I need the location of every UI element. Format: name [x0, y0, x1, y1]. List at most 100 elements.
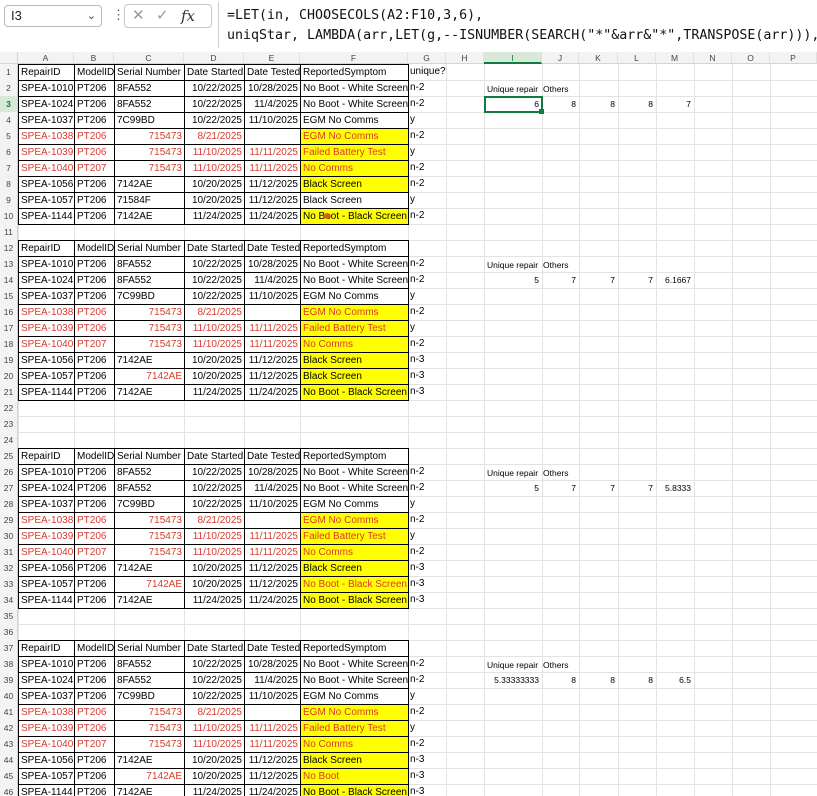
table-cell[interactable]: 8FA552	[114, 480, 185, 497]
row-header-10[interactable]: 10	[0, 208, 18, 224]
table-cell[interactable]: 10/22/2025	[184, 96, 245, 113]
table-cell[interactable]: SPEA-1056	[18, 352, 75, 369]
table-cell[interactable]: SPEA-1010	[18, 656, 75, 673]
table-cell[interactable]	[244, 128, 301, 145]
table-cell[interactable]: SPEA-1144	[18, 384, 75, 401]
table-cell[interactable]: SPEA-1010	[18, 80, 75, 97]
table-cell[interactable]: PT206	[74, 384, 115, 401]
table-cell[interactable]: SPEA-1024	[18, 272, 75, 289]
table-cell[interactable]: 10/20/2025	[184, 560, 245, 577]
row-header-8[interactable]: 8	[0, 176, 18, 192]
column-header-c[interactable]: C	[114, 52, 184, 64]
column-header-f[interactable]: F	[300, 52, 408, 64]
table-cell[interactable]: 11/10/2025	[184, 320, 245, 337]
table-cell[interactable]: 10/28/2025	[244, 256, 301, 273]
table-cell[interactable]: 10/22/2025	[184, 496, 245, 513]
header-cell[interactable]: ReportedSymptom	[300, 240, 409, 257]
table-cell[interactable]: 8/21/2025	[184, 304, 245, 321]
row-header-4[interactable]: 4	[0, 112, 18, 128]
table-cell[interactable]: 11/4/2025	[244, 96, 301, 113]
table-cell[interactable]: EGM No Comms	[300, 304, 409, 321]
header-cell[interactable]: Serial Number	[114, 64, 185, 81]
table-cell[interactable]: SPEA-1039	[18, 320, 75, 337]
table-cell[interactable]: SPEA-1038	[18, 704, 75, 721]
table-cell[interactable]: PT206	[74, 560, 115, 577]
unique-flag-cell[interactable]: y	[408, 192, 447, 209]
header-cell[interactable]: Date Tested	[244, 240, 301, 257]
table-cell[interactable]: PT206	[74, 784, 115, 796]
header-cell[interactable]: Date Started	[184, 64, 245, 81]
table-cell[interactable]: PT206	[74, 720, 115, 737]
table-cell[interactable]: 11/4/2025	[244, 272, 301, 289]
header-cell[interactable]: Date Started	[184, 448, 245, 465]
header-cell[interactable]: RepairID	[18, 240, 75, 257]
table-cell[interactable]: PT206	[74, 576, 115, 593]
table-cell[interactable]: 8FA552	[114, 672, 185, 689]
table-cell[interactable]: PT206	[74, 320, 115, 337]
table-cell[interactable]: 7C99BD	[114, 688, 185, 705]
table-cell[interactable]: 8/21/2025	[184, 704, 245, 721]
table-cell[interactable]: 11/12/2025	[244, 176, 301, 193]
row-header-12[interactable]: 12	[0, 240, 18, 256]
unique-flag-cell[interactable]: n-2	[408, 336, 447, 353]
column-header-e[interactable]: E	[244, 52, 300, 64]
worksheet-grid[interactable]: A B C D E F G H I J K L M N O P 1 2 3 4 5 6 7 8 9 10 11 12 13 14 15 16 1…	[0, 52, 817, 796]
table-cell[interactable]: 7C99BD	[114, 112, 185, 129]
table-cell[interactable]: No Boot - Black Screen	[300, 208, 409, 225]
table-cell[interactable]: 11/10/2025	[244, 288, 301, 305]
header-cell[interactable]: ModelID	[74, 240, 115, 257]
table-cell[interactable]: 715473	[114, 720, 185, 737]
table-cell[interactable]: 10/22/2025	[184, 288, 245, 305]
table-cell[interactable]: 8FA552	[114, 256, 185, 273]
summary-value[interactable]: 8	[580, 673, 615, 687]
table-cell[interactable]: 11/10/2025	[184, 528, 245, 545]
table-cell[interactable]: 715473	[114, 128, 185, 145]
summary-value[interactable]: 7	[619, 481, 653, 495]
table-cell[interactable]: Failed Battery Test	[300, 720, 409, 737]
row-header-25[interactable]: 25	[0, 448, 18, 464]
header-cell[interactable]: ModelID	[74, 640, 115, 657]
unique-flag-cell[interactable]: n-3	[408, 560, 447, 577]
row-header-5[interactable]: 5	[0, 128, 18, 144]
unique-flag-cell[interactable]: n-2	[408, 480, 447, 497]
table-cell[interactable]: No Boot - White Screen	[300, 656, 409, 673]
unique-flag-cell[interactable]: n-2	[408, 512, 447, 529]
unique-flag-cell[interactable]: y	[408, 112, 447, 129]
summary-value[interactable]: 7	[543, 481, 576, 495]
table-cell[interactable]: EGM No Comms	[300, 512, 409, 529]
row-header-9[interactable]: 9	[0, 192, 18, 208]
header-cell[interactable]: Date Started	[184, 240, 245, 257]
unique-flag-cell[interactable]: n-2	[408, 736, 447, 753]
table-cell[interactable]: 10/20/2025	[184, 576, 245, 593]
table-cell[interactable]: 11/10/2025	[184, 720, 245, 737]
table-cell[interactable]: 7142AE	[114, 592, 185, 609]
table-cell[interactable]: EGM No Comms	[300, 704, 409, 721]
table-cell[interactable]: SPEA-1057	[18, 368, 75, 385]
row-header-3[interactable]: 3	[0, 96, 18, 112]
table-cell[interactable]: 7142AE	[114, 784, 185, 796]
table-cell[interactable]: 11/12/2025	[244, 752, 301, 769]
row-header-37[interactable]: 37	[0, 640, 18, 656]
row-header-42[interactable]: 42	[0, 720, 18, 736]
unique-flag-cell[interactable]: y	[408, 528, 447, 545]
table-cell[interactable]: PT206	[74, 688, 115, 705]
table-cell[interactable]: SPEA-1024	[18, 672, 75, 689]
table-cell[interactable]	[244, 512, 301, 529]
table-cell[interactable]: 11/12/2025	[244, 560, 301, 577]
table-cell[interactable]: PT206	[74, 592, 115, 609]
table-cell[interactable]: SPEA-1038	[18, 304, 75, 321]
table-cell[interactable]: SPEA-1056	[18, 176, 75, 193]
active-cell-selection[interactable]	[484, 96, 543, 113]
formula-input[interactable]: =LET(in, CHOOSECOLS(A2:F10,3,6), uniqStar…	[218, 2, 817, 48]
column-header-a[interactable]: A	[18, 52, 74, 64]
row-header-21[interactable]: 21	[0, 384, 18, 400]
unique-flag-cell[interactable]: y	[408, 320, 447, 337]
table-cell[interactable]: 11/10/2025	[244, 112, 301, 129]
table-cell[interactable]: 11/4/2025	[244, 480, 301, 497]
unique-flag-cell[interactable]: n-2	[408, 176, 447, 193]
row-header-43[interactable]: 43	[0, 736, 18, 752]
table-cell[interactable]: 11/11/2025	[244, 144, 301, 161]
table-cell[interactable]: 11/4/2025	[244, 672, 301, 689]
row-header-38[interactable]: 38	[0, 656, 18, 672]
header-cell[interactable]: Date Tested	[244, 640, 301, 657]
